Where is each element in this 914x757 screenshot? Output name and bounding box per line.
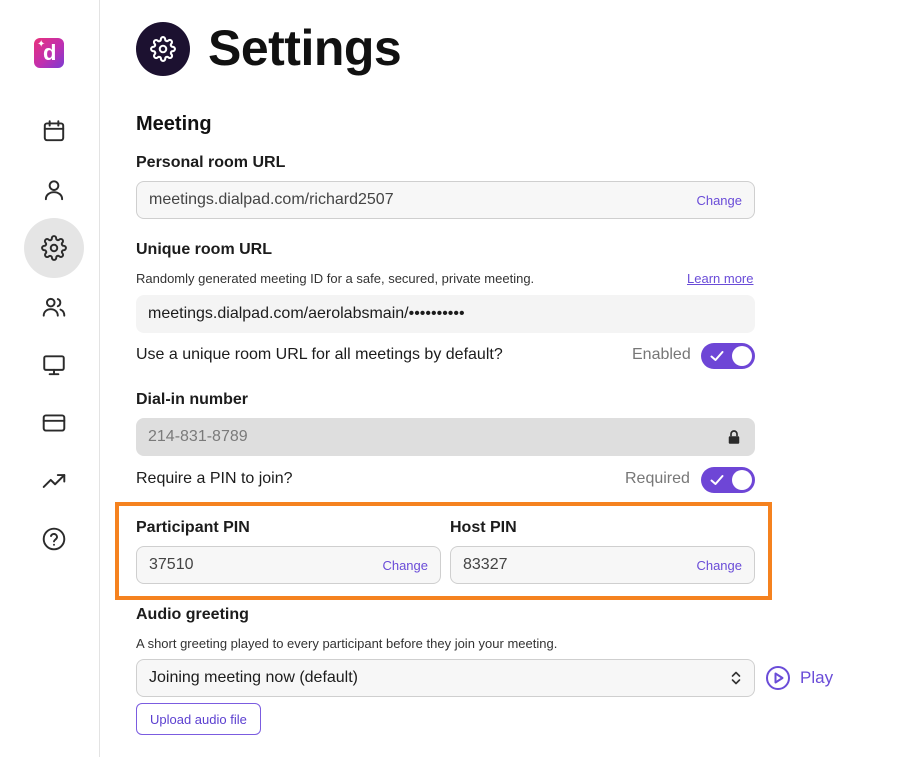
audio-greeting-select[interactable]: Joining meeting now (default) [136,659,755,697]
credit-card-icon [42,414,66,432]
personal-room-url-change-button[interactable]: Change [696,193,742,208]
personal-room-url-value: meetings.dialpad.com/richard2507 [149,191,394,208]
unique-room-default-question: Use a unique room URL for all meetings b… [136,346,503,363]
pin-required-toggle[interactable] [701,467,755,493]
logo-letter: d [43,40,57,65]
sidebar-item-help[interactable] [24,509,84,569]
user-icon [44,180,64,201]
sidebar-item-analytics[interactable] [24,451,84,511]
check-icon [710,351,724,361]
toggle-knob [732,346,752,366]
play-label: Play [800,668,834,687]
dial-in-number-value: 214-831-8789 [148,428,248,445]
sidebar-item-display[interactable] [24,335,84,395]
sidebar-item-team[interactable] [24,277,84,337]
section-title-meeting: Meeting [136,113,212,135]
trending-up-icon [42,474,66,488]
unique-room-default-status: Enabled [632,346,691,363]
sidebar-item-profile[interactable] [24,160,84,220]
chevron-up-down-icon [731,671,741,685]
pin-required-status: Required [625,470,690,487]
users-icon [42,297,66,317]
audio-greeting-label: Audio greeting [136,606,249,623]
help-circle-icon [42,527,66,551]
pin-highlight-box [115,502,772,600]
sidebar-item-settings[interactable] [24,218,84,278]
dialpad-logo[interactable]: ✦ d [34,38,64,68]
play-circle-icon [766,666,790,690]
lock-icon [728,430,740,444]
audio-greeting-description: A short greeting played to every partici… [136,636,558,651]
unique-room-default-toggle[interactable] [701,343,755,369]
gear-icon [150,36,176,62]
upload-audio-file-button[interactable]: Upload audio file [136,703,261,735]
toggle-knob [732,470,752,490]
unique-room-url-field[interactable]: meetings.dialpad.com/aerolabsmain/••••••… [136,295,755,333]
pin-required-question: Require a PIN to join? [136,470,293,487]
sidebar-item-billing[interactable] [24,393,84,453]
gear-icon [41,235,67,261]
unique-room-url-description: Randomly generated meeting ID for a safe… [136,271,535,286]
monitor-icon [43,355,65,376]
personal-room-url-field: meetings.dialpad.com/richard2507 Change [136,181,755,219]
sidebar-item-calendar[interactable] [24,101,84,161]
header-icon-badge [136,22,190,76]
page-title: Settings [208,20,402,76]
unique-room-url-value: meetings.dialpad.com/aerolabsmain/••••••… [148,305,465,322]
check-icon [710,475,724,485]
personal-room-url-label: Personal room URL [136,154,286,171]
learn-more-link[interactable]: Learn more [687,271,753,286]
audio-greeting-selected-value: Joining meeting now (default) [149,669,359,686]
play-greeting-button[interactable]: Play [765,665,833,691]
unique-room-url-label: Unique room URL [136,241,272,258]
calendar-icon [43,120,65,142]
sidebar: ✦ d [0,0,100,757]
dial-in-number-label: Dial-in number [136,391,249,408]
dial-in-number-field: 214-831-8789 [136,418,755,456]
